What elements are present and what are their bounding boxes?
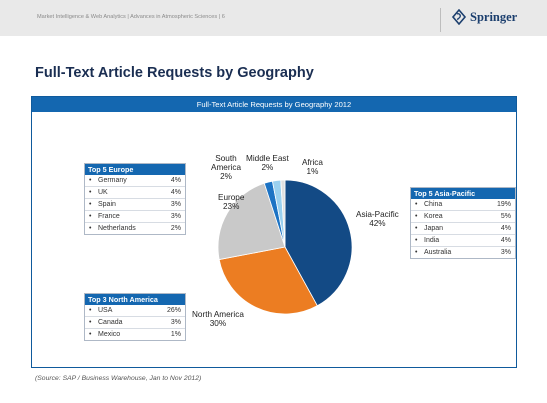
north-america-box: Top 3 North America • USA 26% • Canada 3% • M…	[84, 293, 186, 341]
label-north-america-value: 30%	[209, 319, 227, 328]
bullet: •	[89, 307, 92, 314]
label-asia-pacific-name: Asia-Pacific	[356, 210, 399, 219]
label-north-america: North America 30%	[192, 310, 244, 328]
country-name: Korea	[424, 213, 443, 220]
bullet: •	[415, 213, 418, 220]
bullet: •	[89, 225, 92, 232]
country-share: 4%	[500, 225, 511, 232]
label-europe-name: Europe	[218, 193, 245, 202]
north-america-box-title: Top 3 North America	[85, 294, 185, 305]
label-middle-east-name: Middle East	[246, 154, 289, 163]
label-asia-pacific: Asia-Pacific 42%	[356, 210, 399, 228]
label-europe: Europe 23%	[218, 193, 244, 211]
label-middle-east: Middle East 2%	[246, 154, 289, 172]
logo-text: Springer	[470, 9, 518, 24]
chart-frame: Full-Text Article Requests by Geography …	[31, 96, 517, 368]
country-share: 3%	[500, 249, 511, 256]
europe-row: • UK 4%	[85, 187, 185, 199]
country-name: France	[98, 213, 120, 220]
country-name: USA	[98, 307, 113, 314]
europe-box-title: Top 5 Europe	[85, 164, 185, 175]
springer-logo: Springer	[451, 9, 517, 25]
country-share: 4%	[170, 189, 181, 196]
bullet: •	[415, 225, 418, 232]
north-america-row: • Mexico 1%	[85, 329, 185, 340]
label-south-america-name: South America	[210, 154, 242, 172]
label-africa-name: Africa	[302, 158, 323, 167]
bullet: •	[89, 201, 92, 208]
country-share: 2%	[170, 225, 181, 232]
label-south-america: South America 2%	[208, 154, 244, 181]
north-america-row: • Canada 3%	[85, 317, 185, 329]
country-share: 5%	[500, 213, 511, 220]
asia-pacific-row: • India 4%	[411, 235, 515, 247]
country-share: 3%	[170, 201, 181, 208]
country-name: Spain	[98, 201, 116, 208]
europe-row: • Spain 3%	[85, 199, 185, 211]
source-note: (Source: SAP / Business Warehouse, Jan t…	[35, 375, 202, 382]
springer-horse-icon	[451, 9, 467, 25]
asia-pacific-row: • Korea 5%	[411, 211, 515, 223]
header-divider	[440, 8, 441, 32]
country-name: Germany	[98, 177, 127, 184]
bullet: •	[89, 213, 92, 220]
europe-box: Top 5 Europe • Germany 4% • UK 4% • Spain 3% •…	[84, 163, 186, 235]
country-share: 4%	[500, 237, 511, 244]
country-share: 4%	[170, 177, 181, 184]
label-north-america-name: North America	[192, 310, 244, 319]
bullet: •	[89, 189, 92, 196]
bullet: •	[89, 177, 92, 184]
asia-pacific-box-title: Top 5 Asia-Pacific	[411, 188, 515, 199]
bullet: •	[89, 331, 92, 338]
bullet: •	[415, 249, 418, 256]
north-america-row: • USA 26%	[85, 305, 185, 317]
country-share: 3%	[170, 319, 181, 326]
country-name: Japan	[424, 225, 444, 232]
asia-pacific-row: • China 19%	[411, 199, 515, 211]
country-name: UK	[98, 189, 108, 196]
europe-row: • Germany 4%	[85, 175, 185, 187]
europe-row: • Netherlands 2%	[85, 223, 185, 234]
header-breadcrumb: Market Intelligence & Web Analytics | Ad…	[37, 14, 225, 20]
country-name: Canada	[98, 319, 123, 326]
country-share: 19%	[496, 201, 511, 208]
country-name: India	[424, 237, 440, 244]
label-europe-value: 23%	[223, 202, 240, 211]
country-share: 3%	[170, 213, 181, 220]
slide-title: Full-Text Article Requests by Geography	[35, 65, 314, 81]
asia-pacific-row: • Japan 4%	[411, 223, 515, 235]
bullet: •	[415, 237, 418, 244]
label-africa-value: 1%	[306, 167, 319, 176]
country-name: Australia	[424, 249, 452, 256]
bullet: •	[89, 319, 92, 326]
country-name: Mexico	[98, 331, 121, 338]
label-south-america-value: 2%	[220, 172, 232, 181]
label-africa: Africa 1%	[302, 158, 323, 176]
label-asia-pacific-value: 42%	[369, 219, 386, 228]
bullet: •	[415, 201, 418, 208]
country-share: 1%	[170, 331, 181, 338]
country-name: Netherlands	[98, 225, 136, 232]
asia-pacific-row: • Australia 3%	[411, 247, 515, 258]
asia-pacific-box: Top 5 Asia-Pacific • China 19% • Korea 5% • J…	[410, 187, 516, 259]
label-middle-east-value: 2%	[261, 163, 274, 172]
europe-row: • France 3%	[85, 211, 185, 223]
country-share: 26%	[166, 307, 181, 314]
country-name: China	[424, 201, 443, 208]
